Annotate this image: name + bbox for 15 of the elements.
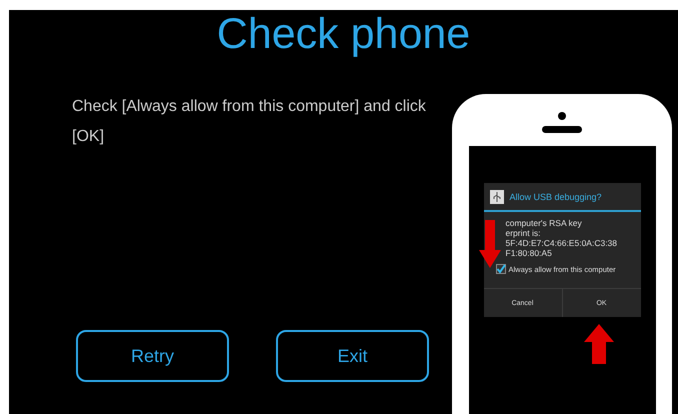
checkbox[interactable]	[496, 264, 506, 274]
speaker-slot	[542, 126, 582, 133]
action-button[interactable]: Retry	[76, 330, 229, 382]
message-line: 5F:4D:E7:C4:66:E5:0A:C3:38	[506, 238, 618, 248]
usb-icon	[490, 190, 504, 204]
arrow-down-icon	[478, 220, 500, 268]
message-line: erprint is:	[506, 228, 542, 238]
camera-dot	[558, 112, 566, 120]
message-line: computer's RSA key	[506, 218, 583, 228]
instruction-text: Check [Always allow from this computer] and click [OK]	[72, 97, 427, 147]
action-button[interactable]: Exit	[276, 330, 429, 382]
dialog-title: Allow USB debugging?	[510, 192, 602, 202]
message-line: F1:80:80:A5	[506, 248, 553, 258]
page-title: Check phone	[216, 10, 470, 59]
arrow-up-icon	[584, 324, 614, 364]
